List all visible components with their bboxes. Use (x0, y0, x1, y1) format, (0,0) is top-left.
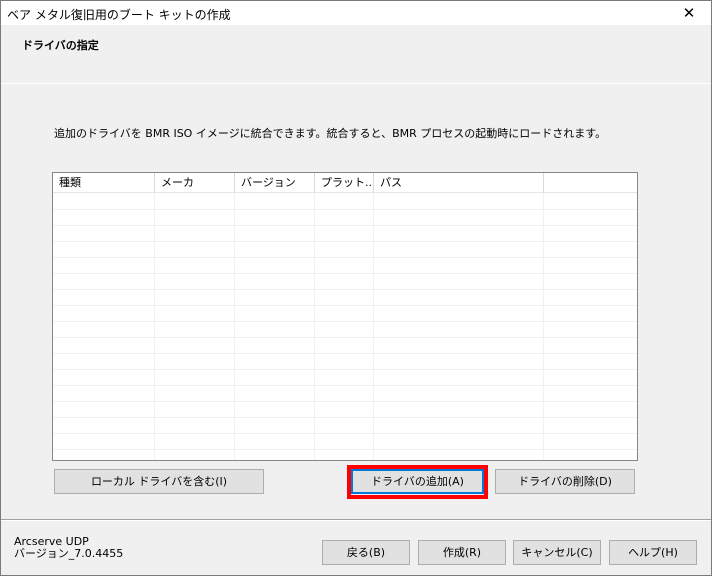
table-row (53, 241, 637, 258)
column-header-filler (544, 173, 637, 192)
table-row (53, 193, 637, 210)
product-version: バージョン_7.0.4455 (14, 547, 124, 560)
create-button[interactable]: 作成(R) (418, 540, 506, 565)
help-button[interactable]: ヘルプ(H) (609, 540, 697, 565)
driver-list-header: 種類 メーカ バージョン プラット... パス (53, 173, 637, 193)
column-header-version[interactable]: バージョン (235, 173, 315, 192)
table-row (53, 289, 637, 306)
dialog-window: ベア メタル復旧用のブート キットの作成 ✕ ドライバの指定 追加のドライバを … (0, 0, 712, 576)
table-row (53, 385, 637, 402)
add-driver-button[interactable]: ドライバの追加(A) (351, 469, 484, 494)
table-row (53, 273, 637, 290)
table-row (53, 433, 637, 450)
cancel-button[interactable]: キャンセル(C) (513, 540, 601, 565)
delete-driver-button[interactable]: ドライバの削除(D) (495, 469, 635, 494)
product-info: Arcserve UDP バージョン_7.0.4455 (14, 536, 123, 560)
title-bar: ベア メタル復旧用のブート キットの作成 ✕ (1, 1, 711, 25)
header-divider (1, 83, 711, 84)
column-header-vendor[interactable]: メーカ (155, 173, 235, 192)
table-row (53, 321, 637, 338)
column-header-type[interactable]: 種類 (53, 173, 155, 192)
close-icon[interactable]: ✕ (667, 1, 711, 25)
table-row (53, 337, 637, 354)
table-row (53, 369, 637, 386)
footer-divider-highlight (1, 520, 711, 521)
window-title: ベア メタル復旧用のブート キットの作成 (7, 8, 231, 22)
include-local-drivers-button[interactable]: ローカル ドライバを含む(I) (54, 469, 264, 494)
instruction-text: 追加のドライバを BMR ISO イメージに統合できます。統合すると、BMR プ… (54, 127, 607, 140)
driver-list-body[interactable] (53, 193, 637, 460)
step-title: ドライバの指定 (22, 39, 99, 52)
table-row (53, 209, 637, 226)
table-row (53, 257, 637, 274)
table-row (53, 401, 637, 418)
step-header: ドライバの指定 (1, 25, 711, 84)
back-button[interactable]: 戻る(B) (322, 540, 410, 565)
table-row (53, 417, 637, 434)
table-row (53, 305, 637, 322)
column-header-platform[interactable]: プラット... (315, 173, 374, 192)
table-row (53, 225, 637, 242)
column-header-path[interactable]: パス (374, 173, 544, 192)
driver-list[interactable]: 種類 メーカ バージョン プラット... パス (52, 172, 638, 461)
table-row (53, 353, 637, 370)
